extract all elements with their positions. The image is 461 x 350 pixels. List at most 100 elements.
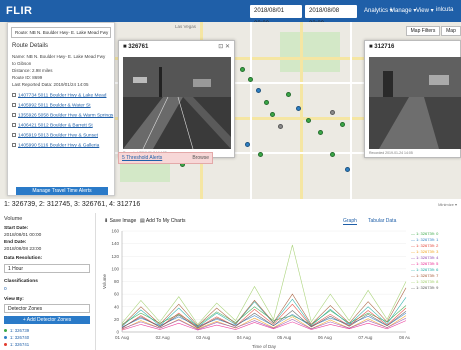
map-view[interactable]: Las Vegas Map Filters Map Route: NB N. B… xyxy=(0,22,461,199)
map-marker[interactable] xyxy=(340,122,345,127)
legend-item[interactable]: — 1: 326739: 6 xyxy=(411,267,459,272)
menu-user[interactable]: inlcuta xyxy=(436,7,453,13)
y-tick-label: 100 xyxy=(111,266,119,271)
map-marker[interactable] xyxy=(296,106,301,111)
legend-item[interactable]: — 1: 326739: 9 xyxy=(411,285,459,290)
chart-settings-panel: Volume Start Date: 2018/08/01 00:00 End … xyxy=(0,213,96,350)
y-tick-label: 40 xyxy=(114,304,120,309)
route-detail-line: Distance: 2.98 miles xyxy=(12,68,53,73)
menu-view[interactable]: View ▾ xyxy=(416,7,434,14)
x-tick-label: 05 Aug xyxy=(277,335,292,340)
start-date-value: 2018/08/01 00:00 xyxy=(4,233,42,238)
series-line xyxy=(121,320,407,331)
map-filters-button[interactable]: Map Filters xyxy=(406,26,440,36)
threshold-alerts-link[interactable]: 5 Threshold Alerts xyxy=(122,155,162,161)
zone-item[interactable]: 1: 326741 xyxy=(4,342,29,347)
chart-section-title: 1: 326739, 2: 312745, 3: 326761, 4: 3127… xyxy=(4,201,141,208)
tab-graph[interactable]: Graph xyxy=(343,218,357,225)
menu-manage[interactable]: Manage ▾ xyxy=(390,7,416,14)
save-image-button[interactable]: ⬇ Save Image xyxy=(104,218,136,224)
start-date-label: Start Date: xyxy=(4,226,29,231)
y-tick-label: 160 xyxy=(111,229,119,234)
street xyxy=(250,22,252,199)
map-type-button[interactable]: Map xyxy=(441,26,461,36)
metric-label: Volume xyxy=(4,216,23,222)
x-tick-label: 01 Aug xyxy=(115,335,130,340)
route-select[interactable]: Route: NB N. Boulder Hwy- E. Lake Mead F… xyxy=(11,27,111,38)
zone-item[interactable]: 1: 326740 xyxy=(4,335,29,340)
map-marker[interactable] xyxy=(248,77,253,82)
x-tick-label: 07 Aug xyxy=(358,335,373,340)
close-icon[interactable]: ⊡ ✕ xyxy=(218,43,230,50)
start-date-input[interactable]: 2018/08/01 00:00 xyxy=(250,5,302,27)
y-tick-label: 140 xyxy=(111,241,119,246)
map-marker[interactable] xyxy=(256,88,261,93)
map-marker[interactable] xyxy=(264,100,269,105)
menu-analytics[interactable]: Analytics ▾ xyxy=(364,7,393,14)
zone-color-dot xyxy=(4,343,7,347)
map-marker[interactable] xyxy=(278,124,283,129)
park-area xyxy=(280,32,340,72)
legend-item[interactable]: — 1: 326739: 2 xyxy=(411,243,459,248)
resolution-select[interactable]: 1 Hour xyxy=(4,264,90,273)
browse-link[interactable]: Browse xyxy=(192,155,209,161)
x-axis-label: Time of Day xyxy=(252,344,277,349)
x-tick-label: 04 Aug xyxy=(237,335,252,340)
detector-link[interactable]: 1405919 5013 Boulder Hwy & Sunset xyxy=(12,133,98,138)
street xyxy=(350,22,352,199)
map-marker[interactable] xyxy=(245,142,250,147)
manage-travel-time-alerts-button[interactable]: Manage Travel Time Alerts xyxy=(16,187,108,195)
add-to-my-charts-button[interactable]: ▤ Add To My Charts xyxy=(140,218,186,224)
classification-value[interactable]: 0 xyxy=(4,287,7,292)
view-by-select[interactable]: Detector Zones xyxy=(4,304,90,313)
volume-line-chart[interactable]: 0 20 40 60 80 100 120 140 160 01 Aug 02 Aug 03 Aug 0… xyxy=(100,227,410,350)
checkbox-icon[interactable] xyxy=(12,133,16,137)
detector-link[interactable]: 1355926 5058 Boulder Hwy & Warm Springs xyxy=(12,113,113,118)
legend-item[interactable]: — 1: 326739: 5 xyxy=(411,261,459,266)
route-detail-line: Last Reported Data: 2019/01/24 14:05 xyxy=(12,82,89,87)
tab-tabular-data[interactable]: Tabular Data xyxy=(368,218,396,224)
detector-link[interactable]: 1405990 5116 Boulder Hwy & Galleria xyxy=(12,143,99,148)
threshold-alerts-bar[interactable]: 5 Threshold Alerts Browse xyxy=(118,152,213,164)
checkbox-icon[interactable] xyxy=(12,143,16,147)
route-detail-line: to Gibson xyxy=(12,61,32,66)
y-tick-label: 80 xyxy=(114,279,120,284)
map-marker[interactable] xyxy=(345,167,350,172)
view-by-label: View By: xyxy=(4,297,24,302)
map-marker[interactable] xyxy=(240,67,245,72)
legend-item[interactable]: — 1: 326739: 0 xyxy=(411,231,459,236)
camera-image[interactable] xyxy=(369,57,461,149)
map-marker[interactable] xyxy=(270,112,275,117)
camera-image[interactable] xyxy=(123,57,231,149)
detector-link[interactable]: 1405992 5011 Boulder & Water St xyxy=(12,103,91,108)
checkbox-icon[interactable] xyxy=(12,123,16,127)
x-tick-label: 03 Aug xyxy=(196,335,211,340)
route-detail-line: Route ID: 8699 xyxy=(12,75,43,80)
checkbox-icon[interactable] xyxy=(12,93,16,97)
map-marker[interactable] xyxy=(318,130,323,135)
detector-link[interactable]: 1406421 5012 Boulder & Barrett St xyxy=(12,123,93,128)
map-marker[interactable] xyxy=(258,152,263,157)
map-marker[interactable] xyxy=(330,110,335,115)
map-city-label: Las Vegas xyxy=(175,24,197,29)
end-date-value: 2018/08/08 23:00 xyxy=(4,247,42,252)
map-marker[interactable] xyxy=(306,118,311,123)
legend-item[interactable]: — 1: 326739: 3 xyxy=(411,249,459,254)
zone-item[interactable]: 1: 326739 xyxy=(4,328,29,333)
legend-item[interactable]: — 1: 326739: 4 xyxy=(411,255,459,260)
checkbox-icon[interactable] xyxy=(12,103,16,107)
end-date-input[interactable]: 2018/08/08 23:00 xyxy=(305,5,357,27)
legend-item[interactable]: — 1: 326739: 8 xyxy=(411,279,459,284)
minimize-button[interactable]: Minimize ▾ xyxy=(438,202,457,207)
checkbox-icon[interactable] xyxy=(12,113,16,117)
camera-popup: ■ 312716 Recorded 2019-01-24 14:05 xyxy=(364,40,461,158)
detector-link[interactable]: 1407734 5011 Boulder Hwy & Lake Mead xyxy=(12,93,106,98)
map-marker[interactable] xyxy=(286,92,291,97)
map-marker[interactable] xyxy=(330,152,335,157)
legend-item[interactable]: — 1: 326739: 7 xyxy=(411,273,459,278)
route-details-panel: Route: NB N. Boulder Hwy- E. Lake Mead F… xyxy=(7,22,115,196)
y-tick-label: 0 xyxy=(116,330,119,335)
legend-item[interactable]: — 1: 326739: 1 xyxy=(411,237,459,242)
classifications-label: Classifications xyxy=(4,279,38,284)
add-detector-zones-button[interactable]: + Add Detector Zones xyxy=(4,316,90,324)
